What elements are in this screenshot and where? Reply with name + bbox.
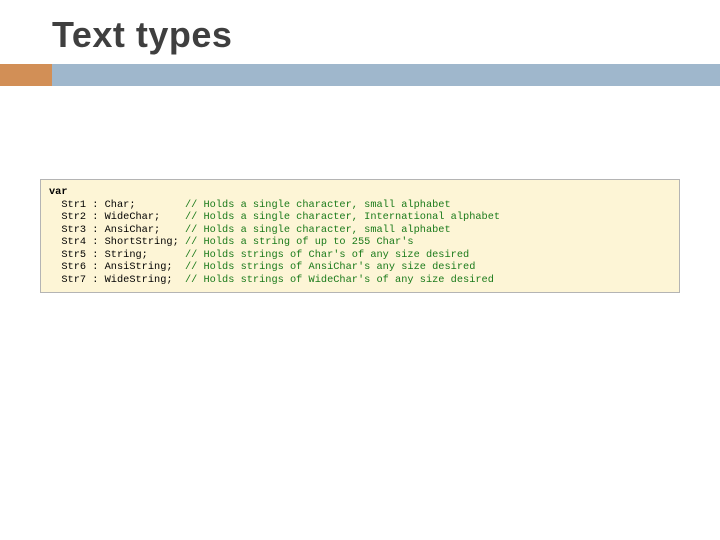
code-comment: // Holds strings of WideChar's of any si… [185,274,494,286]
code-line-2: Str2 : WideChar; // Holds a single chara… [49,211,671,224]
code-comment: // Holds a string of up to 255 Char's [185,236,414,248]
title-row: Text types [0,0,720,56]
code-line-7: Str7 : WideString; // Holds strings of W… [49,274,671,287]
code-decl: Str2 : WideChar; [49,211,185,223]
code-comment: // Holds strings of Char's of any size d… [185,249,469,261]
code-line-6: Str6 : AnsiString; // Holds strings of A… [49,261,671,274]
slide-title: Text types [52,14,232,56]
code-line-var: var [49,186,671,199]
code-comment: // Holds a single character, small alpha… [185,199,451,211]
code-comment: // Holds a single character, Internation… [185,211,500,223]
code-decl: Str3 : AnsiChar; [49,224,185,236]
code-decl: Str7 : WideString; [49,274,185,286]
code-block: var Str1 : Char; // Holds a single chara… [40,179,680,293]
divider-accent [0,64,52,86]
divider-bar [52,64,720,86]
slide: Text types var Str1 : Char; // Holds a s… [0,0,720,540]
code-decl: Str5 : String; [49,249,185,261]
code-comment: // Holds strings of AnsiChar's any size … [185,261,475,273]
code-line-1: Str1 : Char; // Holds a single character… [49,199,671,212]
code-line-4: Str4 : ShortString; // Holds a string of… [49,236,671,249]
code-comment: // Holds a single character, small alpha… [185,224,451,236]
code-line-5: Str5 : String; // Holds strings of Char'… [49,249,671,262]
code-decl: Str1 : Char; [49,199,185,211]
code-line-3: Str3 : AnsiChar; // Holds a single chara… [49,224,671,237]
divider-row [0,64,720,86]
code-decl: Str6 : AnsiString; [49,261,185,273]
keyword-var: var [49,186,68,198]
code-decl: Str4 : ShortString; [49,236,185,248]
